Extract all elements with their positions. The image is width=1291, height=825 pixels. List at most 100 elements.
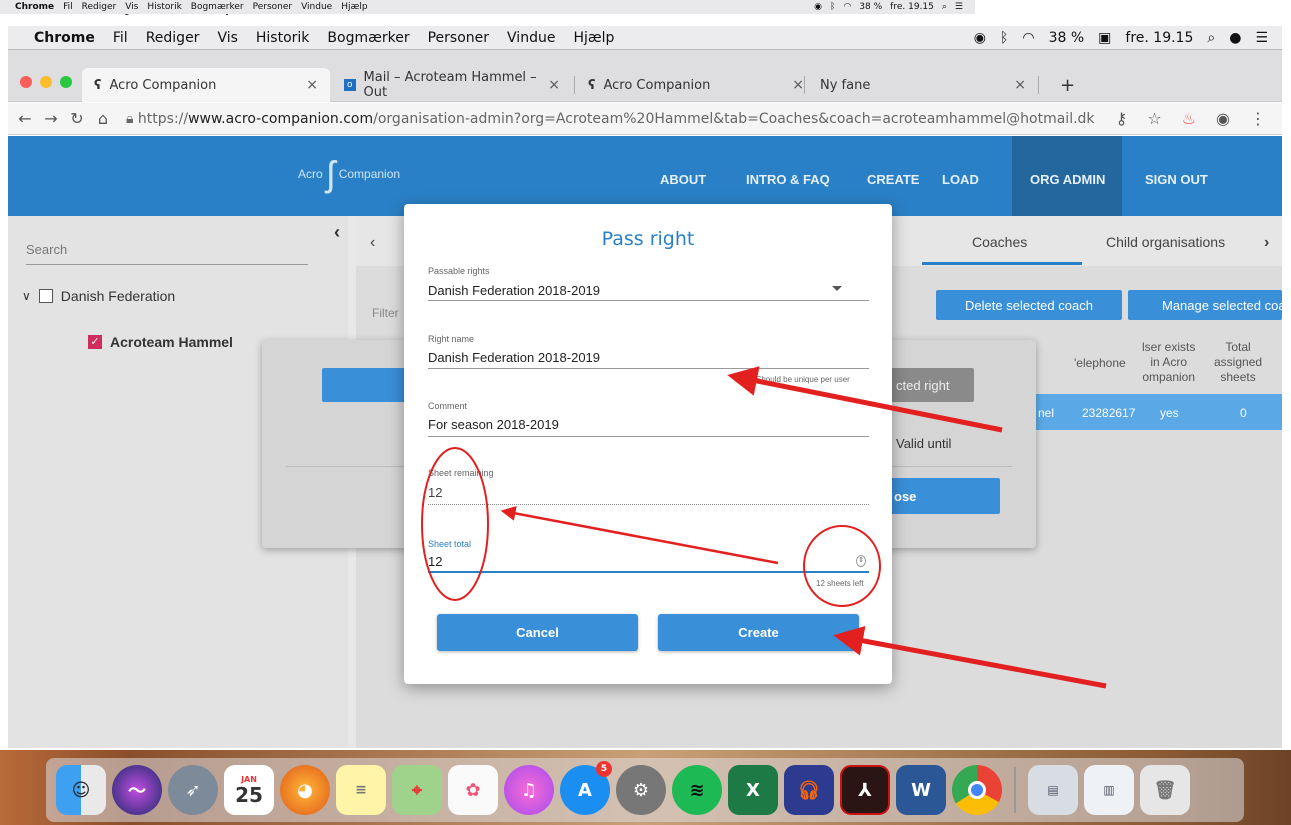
menu-vindue[interactable]: Vindue [301,2,332,12]
menu-historik[interactable]: Historik [147,2,181,12]
launchpad-icon[interactable]: ➶ [168,765,218,815]
menu-personer[interactable]: Personer [428,30,489,46]
tab-child-organisations[interactable]: Child organisations [1106,234,1225,250]
delete-selected-right-button[interactable]: cted right [882,368,974,402]
extension-icon[interactable]: ♨ [1182,109,1196,128]
search-input[interactable]: Search [26,242,67,257]
menu-hjaelp[interactable]: Hjælp [341,2,367,12]
notes-icon[interactable]: ≡ [336,765,386,815]
wifi-icon[interactable]: ◠ [843,2,851,12]
tree-checkbox-checked[interactable]: ✓ [88,335,102,349]
number-stepper-icon[interactable]: ⇕ [856,555,866,567]
back-icon[interactable]: ← [12,109,38,128]
menu-personer[interactable]: Personer [253,2,292,12]
window-minimize-button[interactable] [40,76,52,88]
menu-rediger[interactable]: Rediger [146,30,200,46]
word-icon[interactable]: W [896,765,946,815]
photos-icon[interactable]: ✿ [448,765,498,815]
menu-historik[interactable]: Historik [256,30,310,46]
chevron-down-icon[interactable]: ∨ [22,289,31,303]
browser-tab-3[interactable]: ʕ Acro Companion × [576,68,816,102]
clock[interactable]: fre. 19.15 [890,2,934,12]
close-tab-icon[interactable]: × [1014,77,1026,93]
finder-doc-icon[interactable]: ▤ [1028,765,1078,815]
audacity-icon[interactable]: 🎧︎ [784,765,834,815]
home-icon[interactable]: ⌂ [90,109,116,128]
reload-icon[interactable]: ↻ [64,109,90,128]
trash-icon[interactable]: 🗑︎ [1140,765,1190,815]
close-tab-icon[interactable]: × [792,77,804,93]
display-icon[interactable]: ▣ [1098,30,1111,46]
notification-icon[interactable]: ☰ [1255,30,1268,46]
appstore-icon[interactable]: A5 [560,761,612,815]
menu-fil[interactable]: Fil [63,2,73,12]
manage-coach-button[interactable]: Manage selected coac [1128,290,1282,320]
sheet-total-input[interactable]: 12 [428,554,442,569]
creative-cloud-icon[interactable]: ◉ [814,2,822,12]
window-zoom-button[interactable] [60,76,72,88]
battery-status[interactable]: 38 % [1049,30,1085,46]
maps-icon[interactable]: ⌖ [392,765,442,815]
browser-tab-1[interactable]: ʕ Acro Companion × [82,68,330,102]
chrome-icon[interactable] [952,765,1002,815]
bluetooth-icon[interactable]: ᛒ [1000,30,1008,46]
passable-rights-select[interactable]: Danish Federation 2018-2019 [428,283,600,298]
creative-cloud-icon[interactable]: ◉ [974,30,986,46]
star-icon[interactable]: ☆ [1147,109,1161,128]
nav-sign-out[interactable]: SIGN OUT [1145,172,1208,187]
close-tab-icon[interactable]: × [306,77,318,93]
excel-icon[interactable]: X [728,765,778,815]
new-tab-icon[interactable]: + [1048,68,1087,102]
battery-status[interactable]: 38 % [859,2,882,12]
close-dialog-button[interactable]: ose [882,478,1000,514]
close-tab-icon[interactable]: × [548,77,560,93]
comment-input[interactable]: For season 2018-2019 [428,417,559,432]
acrobat-icon[interactable]: ⅄ [840,765,890,815]
dropdown-arrow-icon[interactable] [832,286,842,291]
xlsx-doc-icon[interactable]: ▥ [1084,765,1134,815]
system-preferences-icon[interactable]: ⚙ [616,765,666,815]
notification-icon[interactable]: ☰ [955,2,963,12]
browser-tab-2[interactable]: o Mail – Acroteam Hammel – Out × [332,68,572,102]
cancel-button[interactable]: Cancel [437,614,638,651]
menu-vis[interactable]: Vis [125,2,138,12]
tabs-scroll-right-icon[interactable]: › [1264,234,1269,252]
nav-load[interactable]: LOAD [942,172,979,187]
tab-coaches[interactable]: Coaches [972,234,1027,250]
window-close-button[interactable] [20,76,32,88]
tree-checkbox[interactable] [38,289,53,303]
spotify-icon[interactable]: ≋ [672,765,722,815]
collapse-panel-icon[interactable]: ‹ [334,222,340,243]
siri-icon[interactable]: ● [1229,30,1241,46]
more-menu-icon[interactable]: ⋮ [1250,109,1266,128]
nav-about[interactable]: ABOUT [660,172,706,187]
tree-item-root[interactable]: ∨ Danish Federation [22,288,175,304]
forward-icon[interactable]: → [38,109,64,128]
site-logo[interactable]: Acro ʃ Companion [298,156,400,192]
menu-bogmaerker[interactable]: Bogmærker [327,30,409,46]
profile-icon[interactable]: ◉ [1216,109,1230,128]
create-button[interactable]: Create [658,614,859,651]
clock[interactable]: fre. 19.15 [1125,30,1193,46]
menu-bogmaerker[interactable]: Bogmærker [191,2,244,12]
menu-vis[interactable]: Vis [217,30,237,46]
firefox-icon[interactable]: ◕ [280,765,330,815]
tree-item-child[interactable]: ✓ Acroteam Hammel [88,334,233,350]
menu-fil[interactable]: Fil [113,30,128,46]
menu-app[interactable]: Chrome [15,2,54,12]
calendar-icon[interactable]: JAN 25 [224,765,274,815]
finder-icon[interactable]: ☺ [56,765,106,815]
spotlight-icon[interactable]: ⌕ [1207,30,1215,46]
right-name-input[interactable]: Danish Federation 2018-2019 [428,350,600,365]
siri-icon[interactable]: 〜 [112,765,162,815]
filter-input[interactable]: Filter [372,306,399,320]
tabs-scroll-left-icon[interactable]: ‹ [370,234,375,252]
nav-intro-faq[interactable]: INTRO & FAQ [746,172,830,187]
itunes-icon[interactable]: ♫ [504,765,554,815]
browser-tab-4[interactable]: Ny fane × [808,68,1038,102]
bluetooth-icon[interactable]: ᛒ [830,2,835,12]
menu-hjaelp[interactable]: Hjælp [573,30,614,46]
menu-vindue[interactable]: Vindue [507,30,555,46]
key-icon[interactable]: ⚷ [1116,109,1128,128]
menu-rediger[interactable]: Rediger [82,2,117,12]
